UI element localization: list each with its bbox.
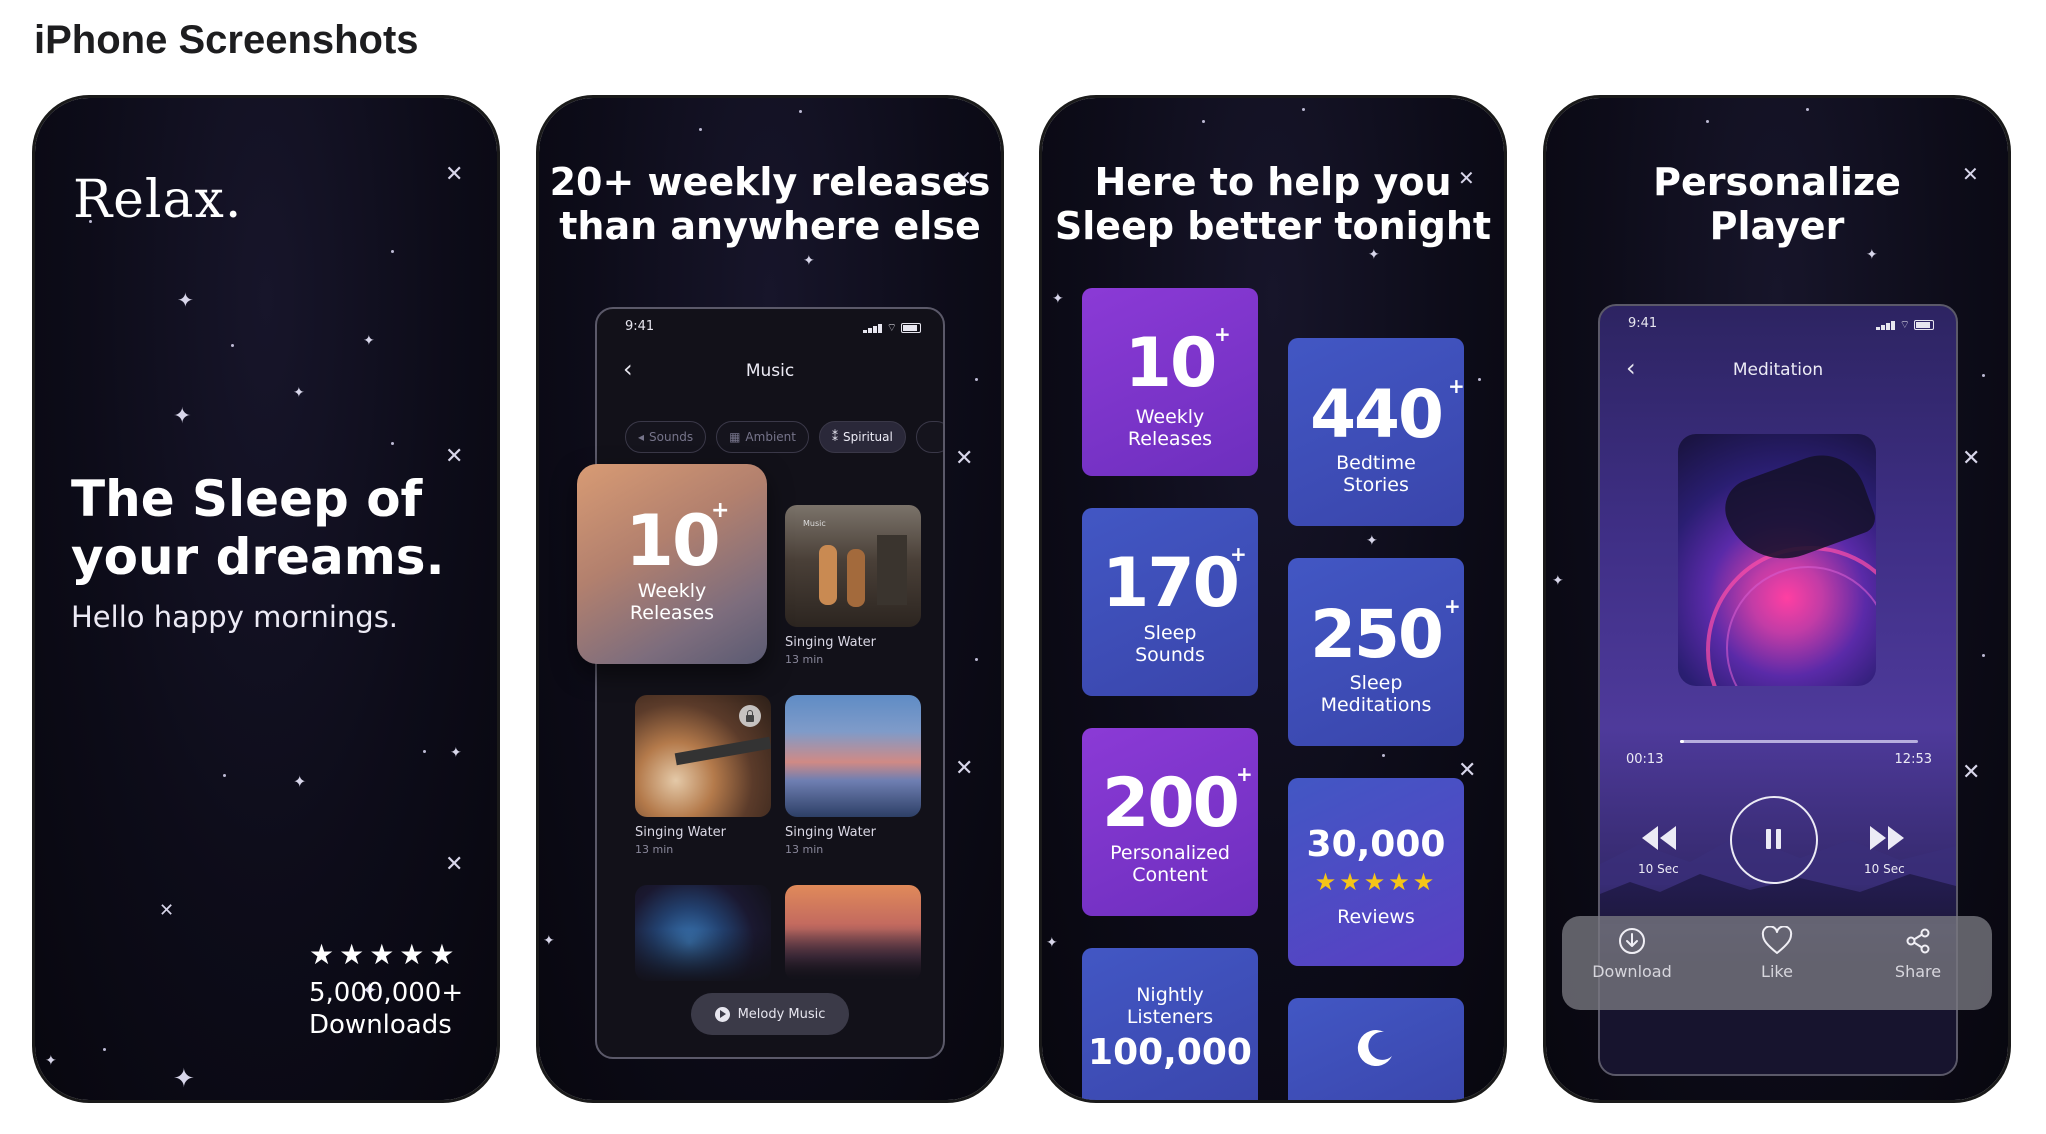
sparkle-icon: ✦ xyxy=(293,385,305,401)
track-duration: 13 min xyxy=(785,843,824,856)
downloads-count: 5,000,000+ xyxy=(309,978,464,1008)
stat-personalized-content: 200 + Personalized Content xyxy=(1082,728,1258,916)
sparkle-icon: ✕ xyxy=(1458,758,1477,783)
rewind-icon[interactable] xyxy=(1640,824,1678,852)
card-heading: 20+ weekly releases than anywhere else xyxy=(549,160,991,248)
signal-icon xyxy=(1875,320,1896,330)
rewind-label: 10 Sec xyxy=(1638,862,1679,876)
track-title: Singing Water xyxy=(635,825,727,840)
hero-headline: The Sleep of your dreams. xyxy=(71,470,445,586)
status-time: 9:41 xyxy=(1628,316,1658,331)
relax-logo: Relax. xyxy=(73,170,243,230)
sparkle-icon: ⁑ xyxy=(831,430,838,444)
battery-icon xyxy=(901,323,921,333)
section-title: iPhone Screenshots xyxy=(34,18,419,62)
screenshot-card-weekly-releases[interactable]: ✕ ✦ ✕ ✕ ✦ 20+ weekly releases than anywh… xyxy=(539,98,1001,1100)
forward-label: 10 Sec xyxy=(1864,862,1905,876)
sparkle-icon: ✦ xyxy=(177,288,194,312)
track-tile-3[interactable] xyxy=(785,695,921,817)
sparkle-icon: ✦ xyxy=(173,404,192,429)
status-icons: ⌔ xyxy=(1875,318,1934,332)
sparkle-icon: ✦ xyxy=(803,253,815,269)
featured-weekly-releases-card[interactable]: 10 + Weekly Releases xyxy=(577,464,767,664)
track-duration: 13 min xyxy=(635,843,674,856)
screenshot-card-personalize-player[interactable]: ✕ ✦ ✕ ✕ ✦ Personalize Player 9:41 ⌔ ‹ Me… xyxy=(1546,98,2008,1100)
review-stars: ★★★★★ xyxy=(1314,868,1438,896)
download-icon xyxy=(1619,928,1645,954)
sparkle-icon: ✦ xyxy=(450,745,462,761)
sparkle-icon: ✕ xyxy=(445,444,464,469)
signal-icon xyxy=(862,323,883,333)
pause-button[interactable] xyxy=(1730,796,1818,884)
wifi-icon: ⌔ xyxy=(1899,318,1910,331)
stat-sleep-sounds: 170 + Sleep Sounds xyxy=(1082,508,1258,696)
status-icons: ⌔ xyxy=(862,321,921,335)
playback-progress-bar[interactable] xyxy=(1680,740,1918,743)
player-action-bar: Download Like Share xyxy=(1562,916,1992,1010)
chip-spiritual[interactable]: ⁑ Spiritual xyxy=(818,421,906,453)
screenshot-card-stats[interactable]: ✕ ✦ ✦ ✦ ✕ ✦ Here to help you Sleep bette… xyxy=(1042,98,1504,1100)
wifi-icon: ⌔ xyxy=(886,321,897,334)
sparkle-icon: ✦ xyxy=(1866,247,1878,263)
sparkle-icon: ✕ xyxy=(445,162,464,187)
stat-moon xyxy=(1288,998,1464,1100)
sparkle-icon: ✦ xyxy=(1052,291,1064,307)
chip-sounds[interactable]: ◂ Sounds xyxy=(625,421,707,453)
track-artwork xyxy=(1678,434,1876,686)
chip-more[interactable] xyxy=(915,421,943,453)
hero-subtitle: Hello happy mornings. xyxy=(71,600,399,634)
downloads-label: Downloads xyxy=(309,1010,452,1040)
sparkle-icon: ✦ xyxy=(543,933,555,949)
speaker-icon: ◂ xyxy=(638,430,645,444)
track-title: Singing Water xyxy=(785,825,877,840)
card-heading: Personalize Player xyxy=(1653,160,1901,248)
share-icon xyxy=(1906,928,1930,954)
stat-nightly-listeners: Nightly Listeners 100,000 xyxy=(1082,948,1258,1100)
card-heading: Here to help you Sleep better tonight xyxy=(1054,160,1492,248)
heart-icon xyxy=(1761,926,1793,954)
chip-ambient[interactable]: ▦ Ambient xyxy=(716,421,809,453)
track-title: Singing Water xyxy=(785,635,877,650)
category-chips: ◂ Sounds ▦ Ambient ⁑ Spiritual xyxy=(625,421,943,453)
sparkle-icon: ✕ xyxy=(1962,446,1981,471)
screen-title: Meditation xyxy=(1732,360,1824,380)
screen-title: Music xyxy=(745,361,795,381)
battery-icon xyxy=(1914,320,1934,330)
download-button[interactable]: Download xyxy=(1572,926,1692,981)
share-button[interactable]: Share xyxy=(1858,926,1978,981)
screenshot-card-relax[interactable]: ✕ ✦ ✦ ✦ ✦ ✕ ✦ ✦ ✕ ✕ ✦ ✦ ✦ Relax. The Sle… xyxy=(35,98,497,1100)
total-time: 12:53 xyxy=(1894,752,1932,767)
sparkle-icon: ✕ xyxy=(159,900,175,921)
lock-icon xyxy=(739,705,761,727)
track-tile-2[interactable] xyxy=(635,695,771,817)
sparkle-icon: ✦ xyxy=(1368,247,1380,263)
moon-icon xyxy=(1357,1030,1392,1067)
sparkle-icon: ✕ xyxy=(1962,760,1981,785)
grid-icon: ▦ xyxy=(729,430,741,444)
like-button[interactable]: Like xyxy=(1717,926,1837,981)
status-time: 9:41 xyxy=(625,319,655,334)
stat-reviews: 30,000 ★★★★★ Reviews xyxy=(1288,778,1464,966)
sparkle-icon: ✦ xyxy=(45,1053,57,1069)
stat-weekly-releases: 10 + Weekly Releases xyxy=(1082,288,1258,476)
sparkle-icon: ✕ xyxy=(445,852,464,877)
stat-sleep-meditations: 250 + Sleep Meditations xyxy=(1288,558,1464,746)
play-icon xyxy=(714,1006,730,1022)
phone-mockup-music: 9:41 ⌔ ‹ Music ◂ Sounds ▦ Ambient ⁑ Spiritu… xyxy=(595,307,945,1059)
sparkle-icon: ✕ xyxy=(955,756,974,781)
rating-stars: ★★★★★ xyxy=(309,938,460,971)
sparkle-icon: ✕ xyxy=(955,446,974,471)
stat-bedtime-stories: 440 + Bedtime Stories xyxy=(1288,338,1465,526)
now-playing-pill[interactable]: Melody Music xyxy=(691,993,849,1035)
sparkle-icon: ✦ xyxy=(1552,573,1564,589)
sparkle-icon: ✦ xyxy=(1366,533,1378,549)
sparkle-icon: ✦ xyxy=(363,333,375,349)
fast-forward-icon[interactable] xyxy=(1868,824,1906,852)
sparkle-icon: ✦ xyxy=(1046,935,1058,951)
sparkle-icon: ✦ xyxy=(293,772,307,791)
sparkle-icon: ✦ xyxy=(173,1064,195,1094)
track-duration: 13 min xyxy=(785,653,824,666)
elapsed-time: 00:13 xyxy=(1626,752,1664,767)
track-tile-1[interactable]: Music xyxy=(785,505,921,627)
